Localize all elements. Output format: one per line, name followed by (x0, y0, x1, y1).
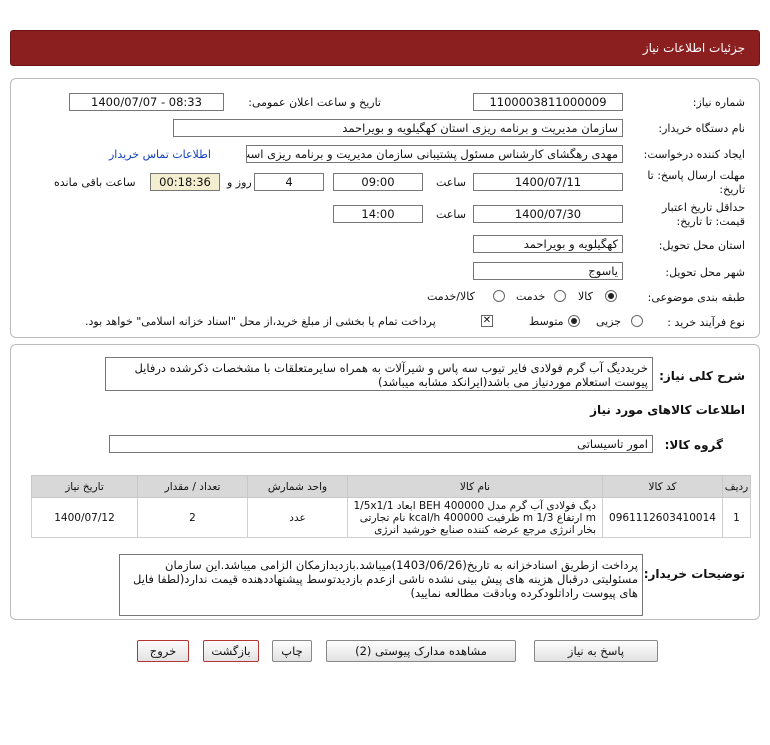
deadline-label-2: تاریخ: (719, 183, 745, 196)
col-unit: واحد شمارش (247, 475, 348, 498)
need-number-label: شماره نیاز: (692, 96, 745, 109)
category-option-goods: کالا (578, 290, 593, 303)
deadline-time-field: 09:00 (333, 173, 423, 191)
buyer-notes-label: توضیحات خریدار: (643, 567, 745, 581)
province-field: کهگیلویه و بویراحمد (473, 235, 623, 253)
description-text: خریددیگ آب گرم فولادی فایر تیوب سه پاس و… (105, 357, 653, 391)
province-label: استان محل تحویل: (658, 239, 745, 252)
process-option-medium: متوسط (529, 315, 564, 328)
validity-date-field: 1400/07/30 (473, 205, 623, 223)
print-button[interactable]: چاپ (272, 640, 312, 662)
category-radio-goods[interactable] (605, 290, 617, 302)
col-code: کد کالا (602, 475, 723, 498)
page: ParsNamadData مرکز فراوری اطلاعات پارس ن… (0, 0, 770, 745)
cell-qty: 2 (137, 497, 248, 538)
page-header: جزئیات اطلاعات نیاز (10, 30, 760, 66)
need-detail-panel: شرح کلی نیاز: خریددیگ آب گرم فولادی فایر… (10, 344, 760, 620)
buyer-contact-link[interactable]: اطلاعات تماس خریدار (109, 148, 211, 161)
page-title: جزئیات اطلاعات نیاز (642, 41, 745, 55)
cell-code: 0961112603410014 (602, 497, 723, 538)
goods-section-title: اطلاعات کالاهای مورد نیاز (590, 403, 745, 417)
city-label: شهر محل تحویل: (665, 266, 745, 279)
buyer-org-label: نام دستگاه خریدار: (658, 122, 745, 135)
goods-group-field: امور تاسیساتی (109, 435, 653, 453)
category-label: طبقه بندی موضوعی: (647, 291, 745, 304)
attachments-button[interactable]: مشاهده مدارک پیوستی (2) (326, 640, 516, 662)
goods-table-header: ردیف کد کالا نام کالا واحد شمارش تعداد /… (31, 475, 751, 498)
validity-time-field: 14:00 (333, 205, 423, 223)
col-name: نام کالا (347, 475, 603, 498)
back-button[interactable]: بازگشت (203, 640, 259, 662)
payment-checkbox[interactable]: ✕ (481, 315, 493, 327)
deadline-label-1: مهلت ارسال پاسخ: تا (647, 169, 745, 182)
creator-field: مهدی رهگشای کارشناس مسئول پشتیبانی سازما… (246, 145, 623, 163)
validity-label-1: حداقل تاریخ اعتبار (661, 201, 745, 214)
category-option-goods-service: کالا/خدمت (427, 290, 475, 303)
goods-group-label: گروه کالا: (664, 438, 723, 452)
category-radio-service[interactable] (554, 290, 566, 302)
category-option-service: خدمت (516, 290, 546, 303)
process-option-minor: جزیی (596, 315, 622, 328)
validity-label-2: قیمت: تا تاریخ: (676, 215, 745, 228)
cell-row: 1 (722, 497, 751, 538)
description-label: شرح کلی نیاز: (659, 369, 745, 383)
col-row: ردیف (722, 475, 751, 498)
announce-field: 1400/07/07 - 08:33 (69, 93, 224, 111)
buyer-org-field: سازمان مدیریت و برنامه ریزی استان کهگیلو… (173, 119, 623, 137)
need-info-panel: شماره نیاز: 1100003811000009 تاریخ و ساع… (10, 78, 760, 338)
cell-unit: عدد (247, 497, 348, 538)
table-row: 1 0961112603410014 دیگ فولادی آب گرم مدل… (31, 497, 751, 538)
buyer-notes-text: پرداخت ازطریق اسنادخزانه به تاریخ(1403/0… (119, 554, 643, 616)
goods-table: ردیف کد کالا نام کالا واحد شمارش تعداد /… (31, 475, 751, 538)
announce-value: 1400/07/07 - 08:33 (91, 95, 202, 109)
deadline-date-field: 1400/07/11 (473, 173, 623, 191)
deadline-time-label: ساعت (436, 176, 466, 189)
payment-note: پرداخت تمام یا بخشی از مبلغ خرید،از محل … (85, 315, 436, 328)
cell-date: 1400/07/12 (31, 497, 138, 538)
validity-time-label: ساعت (436, 208, 466, 221)
reply-button[interactable]: پاسخ به نیاز (534, 640, 658, 662)
days-label: روز و (227, 176, 252, 189)
announce-label: تاریخ و ساعت اعلان عمومی: (248, 96, 381, 109)
process-radio-minor[interactable] (631, 315, 643, 327)
time-remaining-label: ساعت باقی مانده (54, 176, 136, 189)
category-radio-goods-service[interactable] (493, 290, 505, 302)
process-label: نوع فرآیند خرید : (667, 316, 745, 329)
creator-label: ایجاد کننده درخواست: (643, 148, 745, 161)
col-qty: تعداد / مقدار (137, 475, 248, 498)
process-radio-medium[interactable] (568, 315, 580, 327)
exit-button[interactable]: خروج (137, 640, 189, 662)
cell-name: دیگ فولادی آب گرم مدل BEH 400000 ابعاد 1… (347, 497, 603, 538)
time-remaining-field: 00:18:36 (150, 173, 220, 191)
col-date: تاریخ نیاز (31, 475, 138, 498)
city-field: یاسوج (473, 262, 623, 280)
need-number-field: 1100003811000009 (473, 93, 623, 111)
days-remaining-field: 4 (254, 173, 324, 191)
